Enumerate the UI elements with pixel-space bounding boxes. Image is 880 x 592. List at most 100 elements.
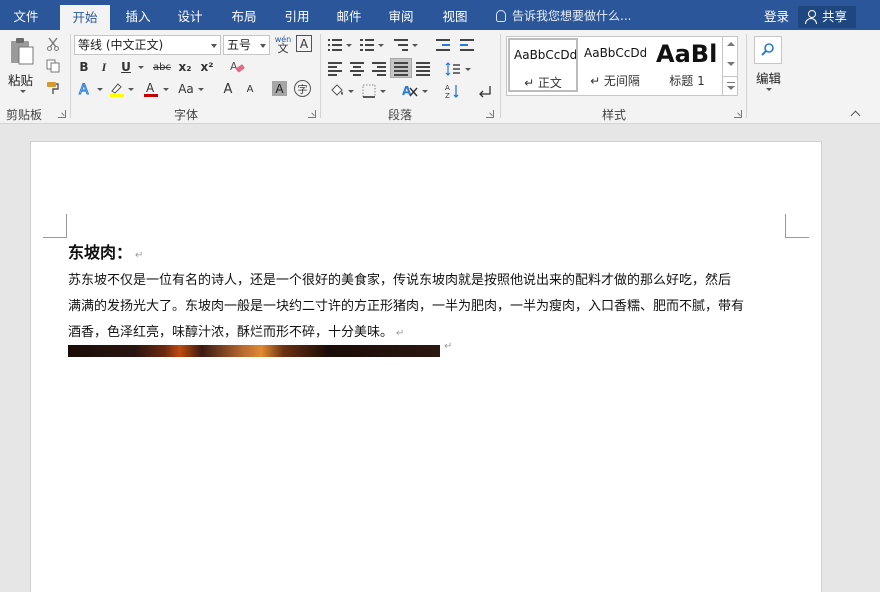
text-effects-icon[interactable]: A: [76, 80, 94, 98]
tab-file[interactable]: 文件: [0, 0, 52, 30]
doc-heading[interactable]: 东坡肉： ↵: [68, 240, 792, 269]
copy-icon[interactable]: [44, 58, 62, 74]
tell-me-text: 告诉我您想要做什么...: [512, 9, 632, 23]
paste-label[interactable]: 粘贴: [8, 70, 33, 89]
search-icon[interactable]: [754, 36, 782, 64]
doc-body-line[interactable]: 苏东坡不仅是一位有名的诗人，还是一个很好的美食家，传说东坡肉就是按照他说出来的配…: [68, 268, 792, 294]
tab-layout[interactable]: 布局: [220, 0, 268, 30]
change-case-dropdown-icon[interactable]: [198, 88, 204, 91]
highlight-icon[interactable]: [108, 80, 126, 98]
italic-button[interactable]: I: [96, 58, 112, 76]
tab-references[interactable]: 引用: [274, 0, 320, 30]
more-styles-icon[interactable]: [727, 86, 735, 90]
doc-body-line[interactable]: 酒香，色泽红亮，味醇汁浓，酥烂而形不碎，十分美味。 ↵: [68, 320, 792, 347]
increase-indent-icon[interactable]: [460, 38, 474, 51]
paragraph-group-label: 段落: [388, 108, 413, 122]
align-right-icon[interactable]: [372, 62, 386, 76]
tell-me-box[interactable]: 告诉我您想要做什么...: [496, 0, 631, 30]
chevron-down-icon: [260, 44, 266, 48]
share-button[interactable]: 共享: [798, 6, 856, 28]
editing-dropdown-icon[interactable]: [766, 88, 772, 91]
paste-icon[interactable]: [8, 36, 36, 68]
line-spacing-icon[interactable]: [444, 60, 462, 78]
style-heading-1[interactable]: AaBl 标题 1: [652, 38, 722, 92]
paragraph-mark: ↵: [396, 328, 405, 339]
superscript-button[interactable]: x²: [198, 58, 216, 76]
font-color-dropdown-icon[interactable]: [163, 88, 169, 91]
clear-formatting-icon[interactable]: A: [228, 58, 246, 76]
char-border-icon[interactable]: A: [296, 35, 312, 52]
numbering-dropdown-icon[interactable]: [378, 44, 384, 47]
font-color-icon[interactable]: A: [142, 80, 160, 98]
lightbulb-icon: [496, 10, 506, 22]
style-sample: AaBbCcDd: [584, 46, 646, 60]
paragraph-launcher-icon[interactable]: [486, 110, 494, 118]
ribbon-home: 粘贴 剪贴板 等线 (中文正文) 五号 wén 文 A B I U abc x₂ …: [0, 30, 880, 124]
bullets-icon[interactable]: [328, 38, 342, 51]
editing-label[interactable]: 编辑: [756, 68, 781, 87]
show-marks-icon[interactable]: [476, 82, 494, 100]
font-size-combo[interactable]: 五号: [223, 35, 270, 55]
line-spacing-dropdown-icon[interactable]: [465, 68, 471, 71]
align-left-icon[interactable]: [328, 62, 342, 76]
phonetic-guide-icon[interactable]: wén 文: [274, 34, 292, 54]
chinese-layout-dropdown-icon[interactable]: [422, 90, 428, 93]
clipboard-launcher-icon[interactable]: [58, 110, 66, 118]
paragraph-mark: ↵: [444, 341, 453, 352]
tab-insert[interactable]: 插入: [114, 0, 162, 30]
underline-dropdown-icon[interactable]: [138, 66, 144, 69]
highlight-dropdown-icon[interactable]: [128, 88, 134, 91]
login-link[interactable]: 登录: [764, 0, 789, 33]
document-page[interactable]: 东坡肉： ↵ 苏东坡不仅是一位有名的诗人，还是一个很好的美食家，传说东坡肉就是按照…: [30, 141, 822, 592]
tab-design[interactable]: 设计: [166, 0, 214, 30]
decrease-indent-icon[interactable]: [436, 38, 450, 51]
shading-icon[interactable]: [328, 82, 346, 100]
styles-launcher-icon[interactable]: [734, 110, 742, 118]
bullets-dropdown-icon[interactable]: [346, 44, 352, 47]
style-name: 标题 1: [669, 74, 705, 88]
subscript-button[interactable]: x₂: [176, 58, 194, 76]
tab-view[interactable]: 视图: [432, 0, 478, 30]
justify-button[interactable]: [390, 58, 412, 78]
distributed-icon[interactable]: [416, 62, 430, 76]
collapse-ribbon-icon[interactable]: [850, 110, 861, 121]
svg-text:A: A: [146, 81, 155, 95]
tab-review[interactable]: 审阅: [378, 0, 424, 30]
shading-dropdown-icon[interactable]: [348, 90, 354, 93]
paste-dropdown-icon[interactable]: [20, 90, 26, 93]
chinese-layout-icon[interactable]: A: [400, 82, 420, 100]
bold-button[interactable]: B: [76, 58, 92, 76]
chevron-down-icon: [211, 44, 217, 48]
tab-home[interactable]: 开始: [60, 5, 110, 30]
font-launcher-icon[interactable]: [308, 110, 316, 118]
multilevel-dropdown-icon[interactable]: [412, 44, 418, 47]
scroll-down-icon[interactable]: [727, 62, 735, 66]
svg-text:A: A: [230, 60, 238, 73]
sort-icon[interactable]: AZ: [444, 82, 462, 100]
divider: [723, 76, 738, 77]
enclose-char-button[interactable]: 字: [294, 80, 311, 97]
multilevel-list-icon[interactable]: [394, 38, 408, 51]
change-case-button[interactable]: Aa: [176, 80, 196, 98]
grow-font-button[interactable]: A: [220, 80, 236, 98]
cut-icon[interactable]: [44, 36, 62, 52]
doc-body-line[interactable]: 满满的发扬光大了。东坡肉一般是一块约二寸许的方正形猪肉，一半为肥肉，一半为瘦肉，…: [68, 294, 792, 320]
style-normal[interactable]: AaBbCcDd ↵ 正文: [508, 38, 578, 92]
underline-button[interactable]: U: [118, 58, 134, 76]
format-painter-icon[interactable]: [44, 80, 62, 96]
borders-icon[interactable]: [360, 82, 378, 100]
share-label: 共享: [822, 9, 848, 24]
align-center-icon[interactable]: [350, 62, 364, 76]
strikethrough-button[interactable]: abc: [150, 58, 174, 76]
food-image[interactable]: [68, 345, 440, 357]
tab-mailings[interactable]: 邮件: [326, 0, 372, 30]
shrink-font-button[interactable]: A: [242, 80, 258, 98]
document-area: 东坡肉： ↵ 苏东坡不仅是一位有名的诗人，还是一个很好的美食家，传说东坡肉就是按照…: [0, 124, 880, 592]
font-name-combo[interactable]: 等线 (中文正文): [74, 35, 221, 55]
borders-dropdown-icon[interactable]: [380, 90, 386, 93]
numbering-icon[interactable]: [360, 38, 374, 51]
char-shading-button[interactable]: A: [272, 81, 287, 96]
text-effects-dropdown-icon[interactable]: [97, 88, 103, 91]
style-no-spacing[interactable]: AaBbCcDd ↵ 无间隔: [580, 38, 650, 92]
scroll-up-icon[interactable]: [727, 42, 735, 46]
